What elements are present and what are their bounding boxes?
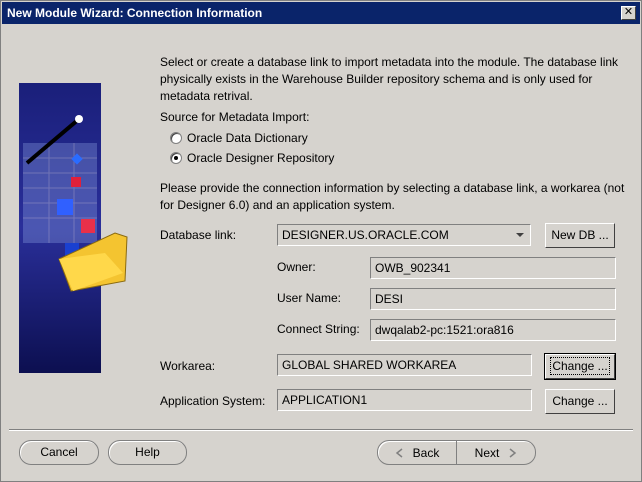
connect-string-label: Connect String: <box>277 322 360 336</box>
wizard-illustration <box>19 83 128 373</box>
radio-oracle-data-dictionary[interactable]: Oracle Data Dictionary <box>170 131 308 145</box>
database-link-label: Database link: <box>160 228 237 242</box>
database-link-select[interactable]: DESIGNER.US.ORACLE.COM <box>277 224 531 246</box>
owner-label: Owner: <box>277 260 316 274</box>
workarea-field[interactable]: GLOBAL SHARED WORKAREA <box>277 354 532 376</box>
footer-separator <box>9 429 633 431</box>
database-link-value: DESIGNER.US.ORACLE.COM <box>282 228 449 242</box>
connect-string-field[interactable]: dwqalab2-pc:1521:ora816 <box>370 319 616 341</box>
workarea-change-button[interactable]: Change ... <box>544 353 616 380</box>
application-system-field[interactable]: APPLICATION1 <box>277 389 532 411</box>
next-button[interactable]: Next <box>458 441 534 464</box>
navigation-divider <box>456 441 457 464</box>
cube-red-large-icon <box>81 219 95 233</box>
chevron-right-icon <box>509 447 517 458</box>
owner-field[interactable]: OWB_902341 <box>370 257 616 279</box>
source-label: Source for Metadata Import: <box>160 110 310 124</box>
user-name-field[interactable]: DESI <box>370 288 616 310</box>
close-icon[interactable]: ✕ <box>621 6 636 20</box>
wizard-window: New Module Wizard: Connection Informatio… <box>0 0 642 482</box>
cube-blue-large-icon <box>57 199 73 215</box>
cube-red-icon <box>71 177 81 187</box>
radio-button[interactable] <box>170 132 182 144</box>
user-name-label: User Name: <box>277 291 342 305</box>
radio-button-selected[interactable] <box>170 152 182 164</box>
instructions-text: Please provide the connection informatio… <box>160 181 625 212</box>
radio-oracle-designer-repository[interactable]: Oracle Designer Repository <box>170 151 334 165</box>
new-db-button[interactable]: New DB ... <box>545 223 615 248</box>
help-button[interactable]: Help <box>108 440 187 465</box>
window-title: New Module Wizard: Connection Informatio… <box>7 6 263 20</box>
chevron-down-icon[interactable] <box>516 233 524 237</box>
cancel-button[interactable]: Cancel <box>19 440 99 465</box>
back-button[interactable]: Back <box>379 441 455 464</box>
radio-label: Oracle Designer Repository <box>187 151 335 165</box>
chevron-left-icon <box>395 447 403 458</box>
workarea-change-label: Change ... <box>550 357 610 375</box>
workarea-label: Workarea: <box>160 359 216 373</box>
radio-label: Oracle Data Dictionary <box>187 131 308 145</box>
application-system-change-button[interactable]: Change ... <box>545 389 615 414</box>
back-label: Back <box>412 445 440 460</box>
intro-text: Select or create a database link to impo… <box>160 55 619 103</box>
title-bar: New Module Wizard: Connection Informatio… <box>2 2 640 24</box>
next-label: Next <box>474 445 500 460</box>
application-system-label: Application System: <box>160 394 266 408</box>
